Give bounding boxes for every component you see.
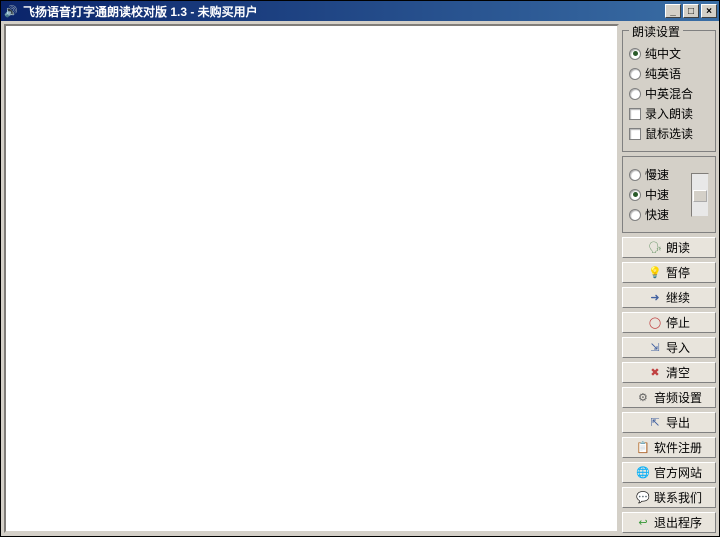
radio-slow[interactable]: 慢速 <box>629 166 687 183</box>
resume-icon: ➜ <box>648 291 662 305</box>
exit-button[interactable]: ↩ 退出程序 <box>622 512 716 533</box>
speak-icon: 🗣 <box>648 241 662 255</box>
pause-icon: 💡 <box>648 266 662 280</box>
radio-icon <box>629 169 641 181</box>
pause-button[interactable]: 💡 暂停 <box>622 262 716 283</box>
clear-icon: ✖ <box>648 366 662 380</box>
import-icon: ⇲ <box>648 341 662 355</box>
website-button[interactable]: 🌐 官方网站 <box>622 462 716 483</box>
radio-label: 中速 <box>645 186 669 203</box>
checkbox-icon <box>629 108 641 120</box>
button-label: 导出 <box>666 414 690 431</box>
reading-settings-group: 朗读设置 纯中文 纯英语 中英混合 录入朗读 <box>622 30 716 152</box>
button-label: 联系我们 <box>654 489 702 506</box>
radio-medium[interactable]: 中速 <box>629 186 687 203</box>
export-icon: ⇱ <box>648 416 662 430</box>
radio-mixed[interactable]: 中英混合 <box>629 85 709 102</box>
button-label: 继续 <box>666 289 690 306</box>
button-label: 导入 <box>666 339 690 356</box>
stop-icon: ◯ <box>648 316 662 330</box>
radio-icon <box>629 189 641 201</box>
button-label: 退出程序 <box>654 514 702 531</box>
checkbox-typing-read[interactable]: 录入朗读 <box>629 105 709 122</box>
checkbox-mouse-select[interactable]: 鼠标选读 <box>629 125 709 142</box>
checkbox-icon <box>629 128 641 140</box>
app-icon: 🔊 <box>3 3 19 19</box>
contact-icon: 💬 <box>636 491 650 505</box>
client-area: 朗读设置 纯中文 纯英语 中英混合 录入朗读 <box>1 21 719 536</box>
radio-icon <box>629 48 641 60</box>
checkbox-label: 录入朗读 <box>645 105 693 122</box>
clear-button[interactable]: ✖ 清空 <box>622 362 716 383</box>
radio-chinese[interactable]: 纯中文 <box>629 45 709 62</box>
titlebar: 🔊 飞扬语音打字通朗读校对版 1.3 - 未购买用户 _ □ × <box>1 1 719 21</box>
text-editor[interactable] <box>4 24 619 533</box>
globe-icon: 🌐 <box>636 466 650 480</box>
side-panel: 朗读设置 纯中文 纯英语 中英混合 录入朗读 <box>622 24 716 533</box>
button-label: 清空 <box>666 364 690 381</box>
button-label: 朗读 <box>666 239 690 256</box>
read-button[interactable]: 🗣 朗读 <box>622 237 716 258</box>
radio-label: 纯英语 <box>645 65 681 82</box>
radio-icon <box>629 88 641 100</box>
button-label: 软件注册 <box>654 439 702 456</box>
audio-settings-button[interactable]: ⚙ 音频设置 <box>622 387 716 408</box>
speed-slider[interactable] <box>691 173 709 217</box>
window-title: 飞扬语音打字通朗读校对版 1.3 - 未购买用户 <box>23 3 665 20</box>
stop-button[interactable]: ◯ 停止 <box>622 312 716 333</box>
button-label: 音频设置 <box>654 389 702 406</box>
close-button[interactable]: × <box>701 4 717 18</box>
audio-icon: ⚙ <box>636 391 650 405</box>
radio-label: 纯中文 <box>645 45 681 62</box>
radio-label: 慢速 <box>645 166 669 183</box>
resume-button[interactable]: ➜ 继续 <box>622 287 716 308</box>
checkbox-label: 鼠标选读 <box>645 125 693 142</box>
button-label: 暂停 <box>666 264 690 281</box>
export-button[interactable]: ⇱ 导出 <box>622 412 716 433</box>
maximize-button[interactable]: □ <box>683 4 699 18</box>
button-label: 停止 <box>666 314 690 331</box>
radio-fast[interactable]: 快速 <box>629 206 687 223</box>
radio-english[interactable]: 纯英语 <box>629 65 709 82</box>
reading-settings-label: 朗读设置 <box>629 23 683 40</box>
contact-button[interactable]: 💬 联系我们 <box>622 487 716 508</box>
import-button[interactable]: ⇲ 导入 <box>622 337 716 358</box>
radio-label: 快速 <box>645 206 669 223</box>
exit-icon: ↩ <box>636 516 650 530</box>
radio-icon <box>629 209 641 221</box>
radio-label: 中英混合 <box>645 85 693 102</box>
app-window: 🔊 飞扬语音打字通朗读校对版 1.3 - 未购买用户 _ □ × 朗读设置 纯中… <box>0 0 720 537</box>
speed-group: 慢速 中速 快速 <box>622 156 716 233</box>
register-icon: 📋 <box>636 441 650 455</box>
window-controls: _ □ × <box>665 4 717 18</box>
speed-options: 慢速 中速 快速 <box>629 163 687 226</box>
button-label: 官方网站 <box>654 464 702 481</box>
radio-icon <box>629 68 641 80</box>
register-button[interactable]: 📋 软件注册 <box>622 437 716 458</box>
minimize-button[interactable]: _ <box>665 4 681 18</box>
